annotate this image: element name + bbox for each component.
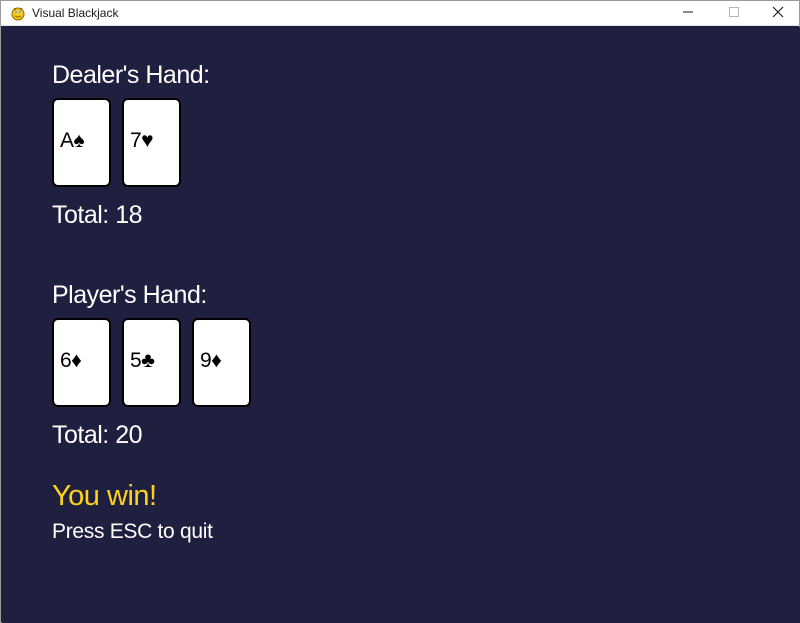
card-label: 6♦: [60, 349, 82, 372]
dealer-card: 7♥: [122, 98, 181, 187]
dealer-hand-heading: Dealer's Hand:: [52, 61, 210, 89]
dealer-card: A♠: [52, 98, 111, 187]
quit-hint: Press ESC to quit: [52, 520, 213, 543]
player-card: 9♦: [192, 318, 251, 407]
result-message: You win!: [52, 480, 157, 512]
pygame-snake-icon: [10, 5, 26, 21]
player-total: Total: 20: [52, 421, 143, 449]
card-label: A♠: [60, 129, 85, 152]
game-canvas[interactable]: Dealer's Hand: A♠ 7♥ Total: 18 Player's …: [2, 27, 800, 623]
minimize-button[interactable]: [665, 1, 711, 26]
maximize-icon: [728, 5, 740, 23]
dealer-total: Total: 18: [52, 201, 143, 229]
minimize-icon: [682, 5, 694, 23]
card-label: 7♥: [130, 129, 154, 152]
close-button[interactable]: [755, 1, 800, 26]
card-label: 9♦: [200, 349, 222, 372]
player-hand-heading: Player's Hand:: [52, 281, 207, 309]
app-window: Visual Blackjack Dealer's Hand: A♠ 7♥ To…: [0, 0, 800, 623]
player-card: 5♣: [122, 318, 181, 407]
maximize-button[interactable]: [711, 1, 757, 26]
player-card: 6♦: [52, 318, 111, 407]
close-icon: [772, 5, 784, 23]
window-title: Visual Blackjack: [32, 6, 119, 20]
card-label: 5♣: [130, 349, 155, 372]
title-bar[interactable]: Visual Blackjack: [1, 1, 799, 26]
